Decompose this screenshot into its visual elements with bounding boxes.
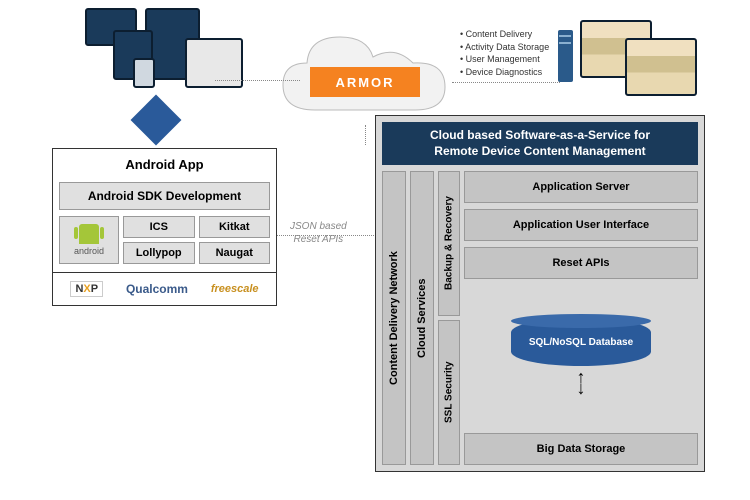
database-section: SQL/NoSQL Database ↑↓ <box>464 285 698 427</box>
android-logo-cell: android <box>59 216 119 264</box>
server-rack-icon <box>558 30 573 82</box>
connector-line <box>452 82 560 83</box>
app-ui-box: Application User Interface <box>464 209 698 241</box>
cloud-feature: Content Delivery <box>460 28 549 41</box>
diamond-connector-icon <box>131 95 182 146</box>
cloud-saas-panel: Cloud based Software-as-a-Service for Re… <box>375 115 705 472</box>
cloud-feature: Device Diagnostics <box>460 66 549 79</box>
app-server-box: Application Server <box>464 171 698 203</box>
device-small-icon <box>133 58 155 88</box>
cloud-feature: Activity Data Storage <box>460 41 549 54</box>
bidirectional-arrow-icon: ↑↓ <box>577 372 586 394</box>
android-versions-grid: android ICS Kitkat Lollypop Naugat <box>53 216 276 272</box>
vendor-logos-row: NXP Qualcomm freescale <box>53 272 276 305</box>
security-column-group: Backup & Recovery SSL Security <box>438 171 460 465</box>
cloud-saas-title: Cloud based Software-as-a-Service for Re… <box>382 122 698 165</box>
connection-label: JSON based Reset APIs <box>290 220 347 246</box>
armor-text: ARMOR <box>335 75 394 90</box>
android-panel: Android App Android SDK Development andr… <box>52 148 277 306</box>
armor-badge: ARMOR <box>310 67 420 97</box>
cloud-saas-body: Content Delivery Network Cloud Services … <box>382 171 698 465</box>
android-version-cell: Kitkat <box>199 216 271 238</box>
database-label: SQL/NoSQL Database <box>529 337 633 348</box>
devices-left-cluster <box>85 8 245 98</box>
android-logo-label: android <box>74 246 104 256</box>
title-line: Cloud based Software-as-a-Service for <box>430 128 650 142</box>
cloud-services-column: Cloud Services <box>410 171 434 465</box>
freescale-logo: freescale <box>211 283 259 295</box>
cloud-block: ARMOR <box>275 25 455 125</box>
android-sdk-box: Android SDK Development <box>59 182 270 210</box>
nxp-logo: NXP <box>70 281 103 297</box>
services-stack: Application Server Application User Inte… <box>464 171 698 465</box>
cdn-column: Content Delivery Network <box>382 171 406 465</box>
android-version-cell: Lollypop <box>123 242 195 264</box>
big-data-box: Big Data Storage <box>464 433 698 465</box>
reset-apis-box: Reset APIs <box>464 247 698 279</box>
connection-label-line: Reset APIs <box>290 233 347 246</box>
devices-right-cluster <box>580 20 710 100</box>
cloud-feature-list: Content Delivery Activity Data Storage U… <box>460 28 549 78</box>
android-robot-icon <box>79 224 99 244</box>
connection-label-line: JSON based <box>290 220 347 233</box>
android-version-cell: Naugat <box>199 242 271 264</box>
device-pos-screen-icon <box>625 38 697 96</box>
cloud-feature: User Management <box>460 53 549 66</box>
android-panel-title: Android App <box>53 149 276 180</box>
android-version-cell: ICS <box>123 216 195 238</box>
connector-line <box>365 125 366 145</box>
backup-recovery-column: Backup & Recovery <box>438 171 460 316</box>
database-cylinder-icon: SQL/NoSQL Database <box>511 318 651 366</box>
ssl-security-column: SSL Security <box>438 320 460 465</box>
qualcomm-logo: Qualcomm <box>126 282 188 296</box>
connector-line <box>215 80 300 81</box>
title-line: Remote Device Content Management <box>434 144 645 158</box>
